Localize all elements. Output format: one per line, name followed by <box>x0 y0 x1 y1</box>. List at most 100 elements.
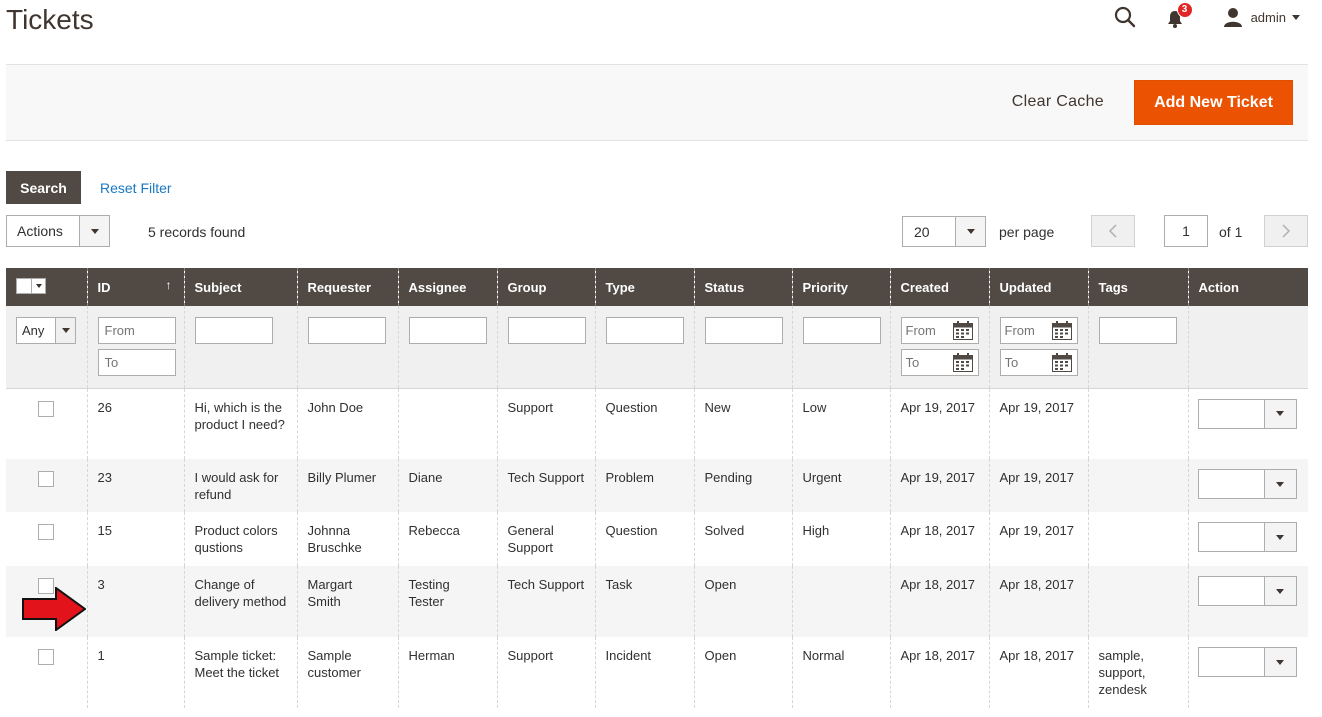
column-header-updated[interactable]: Updated <box>988 268 1088 306</box>
column-header-action: Action <box>1187 268 1308 306</box>
mass-filter-select[interactable]: Any <box>16 317 76 344</box>
prev-page-button[interactable] <box>1091 215 1135 247</box>
chevron-down-icon <box>955 217 985 246</box>
id-from-input[interactable] <box>97 317 176 344</box>
cell-action <box>1187 459 1308 512</box>
per-page-value: 20 <box>914 223 930 240</box>
created-from-field[interactable] <box>900 317 979 344</box>
row-checkbox[interactable] <box>38 524 55 540</box>
cell-type: Question <box>594 388 694 459</box>
add-new-ticket-button[interactable]: Add New Ticket <box>1134 80 1293 125</box>
filter-cell <box>693 306 792 389</box>
page-number-input[interactable] <box>1164 215 1208 247</box>
table-row[interactable]: 23 I would ask for refund Billy Plumer D… <box>6 459 1308 512</box>
row-checkbox[interactable] <box>38 400 55 417</box>
row-checkbox[interactable] <box>38 471 55 487</box>
updated-from-field[interactable] <box>999 317 1078 344</box>
mass-actions-select[interactable]: Actions <box>6 215 110 247</box>
column-header-requester[interactable]: Requester <box>296 268 398 306</box>
row-action-select[interactable] <box>1197 576 1297 606</box>
calendar-icon[interactable] <box>1051 321 1072 340</box>
calendar-icon[interactable] <box>952 321 973 340</box>
row-action-select[interactable] <box>1197 647 1297 677</box>
status-filter-input[interactable] <box>704 317 783 344</box>
table-row[interactable]: 15 Product colors qustions Johnna Brusch… <box>6 512 1308 566</box>
reset-filter-link[interactable]: Reset Filter <box>100 180 172 196</box>
subject-filter-input[interactable] <box>194 317 273 344</box>
updated-from-input[interactable] <box>1000 318 1049 343</box>
records-found: 5 records found <box>148 224 246 240</box>
table-row[interactable]: 26 Hi, which is the product I need? John… <box>6 388 1308 459</box>
column-header-type[interactable]: Type <box>594 268 694 306</box>
cell-type: Task <box>594 566 694 637</box>
cell-subject: I would ask for refund <box>183 459 297 512</box>
column-header-assignee[interactable]: Assignee <box>397 268 497 306</box>
created-to-field[interactable] <box>900 349 979 376</box>
row-action-select[interactable] <box>1197 469 1297 499</box>
created-to-input[interactable] <box>901 350 950 375</box>
cell-assignee <box>397 388 497 459</box>
chevron-down-icon <box>1292 14 1300 20</box>
column-header-subject[interactable]: Subject <box>183 268 297 306</box>
cell-assignee: Rebecca <box>397 512 497 566</box>
cell-id: 1 <box>86 637 184 708</box>
table-row[interactable]: 1 Sample ticket: Meet the ticket Sample … <box>6 637 1308 708</box>
cell-status: Open <box>693 566 792 637</box>
row-checkbox[interactable] <box>38 649 55 665</box>
per-page-select[interactable]: 20 <box>902 216 986 247</box>
cell-tags <box>1087 388 1188 459</box>
cell-action <box>1187 637 1308 708</box>
mass-select-checkbox[interactable] <box>16 278 46 294</box>
user-menu[interactable]: admin <box>1223 7 1300 27</box>
search-icon[interactable] <box>1113 5 1137 29</box>
type-filter-input[interactable] <box>605 317 684 344</box>
id-to-input[interactable] <box>97 349 176 376</box>
cell-priority: Low <box>791 388 890 459</box>
requester-filter-input[interactable] <box>307 317 386 344</box>
updated-to-input[interactable] <box>1000 350 1049 375</box>
user-icon <box>1223 8 1242 27</box>
cell-id: 23 <box>86 459 184 512</box>
cell-tags <box>1087 566 1188 637</box>
cell-priority <box>791 566 890 637</box>
filter-row: Any <box>6 306 1308 389</box>
sort-ascending-icon: ↑ <box>165 278 172 292</box>
created-from-input[interactable] <box>901 318 950 343</box>
priority-filter-input[interactable] <box>802 317 881 344</box>
column-header-tags[interactable]: Tags <box>1087 268 1188 306</box>
cell-requester: Johnna Bruschke <box>296 512 398 566</box>
page-actions-bar: Clear Cache Add New Ticket <box>6 64 1308 141</box>
cell-updated: Apr 18, 2017 <box>988 566 1088 637</box>
column-header-id[interactable]: ID ↑ <box>86 268 184 306</box>
column-header-created[interactable]: Created <box>889 268 989 306</box>
clear-cache-button[interactable]: Clear Cache <box>1012 93 1104 111</box>
cell-requester: John Doe <box>296 388 398 459</box>
per-page-label: per page <box>999 224 1055 240</box>
group-filter-input[interactable] <box>507 317 586 344</box>
tags-filter-input[interactable] <box>1098 317 1177 344</box>
column-header-priority[interactable]: Priority <box>791 268 890 306</box>
row-action-select[interactable] <box>1197 522 1297 552</box>
calendar-icon[interactable] <box>952 353 973 372</box>
filter-cell <box>791 306 890 389</box>
cell-updated: Apr 19, 2017 <box>988 388 1088 459</box>
updated-to-field[interactable] <box>999 349 1078 376</box>
search-button[interactable]: Search <box>6 171 81 204</box>
cell-subject: Change of delivery method <box>183 566 297 637</box>
cell-requester: Billy Plumer <box>296 459 398 512</box>
red-arrow-icon <box>22 587 86 631</box>
row-action-select[interactable] <box>1197 398 1297 429</box>
filter-cell <box>594 306 694 389</box>
cell-status: Solved <box>693 512 792 566</box>
cell-updated: Apr 19, 2017 <box>988 512 1088 566</box>
assignee-filter-input[interactable] <box>408 317 487 344</box>
column-header-status[interactable]: Status <box>693 268 792 306</box>
table-row[interactable]: 3 Change of delivery method Margart Smit… <box>6 566 1308 637</box>
filter-cell <box>397 306 497 389</box>
row-select-cell <box>6 637 87 708</box>
notifications-button[interactable]: 3 <box>1167 2 1193 29</box>
column-header-group[interactable]: Group <box>496 268 595 306</box>
calendar-icon[interactable] <box>1051 353 1072 372</box>
cell-status: New <box>693 388 792 459</box>
next-page-button[interactable] <box>1264 215 1308 247</box>
